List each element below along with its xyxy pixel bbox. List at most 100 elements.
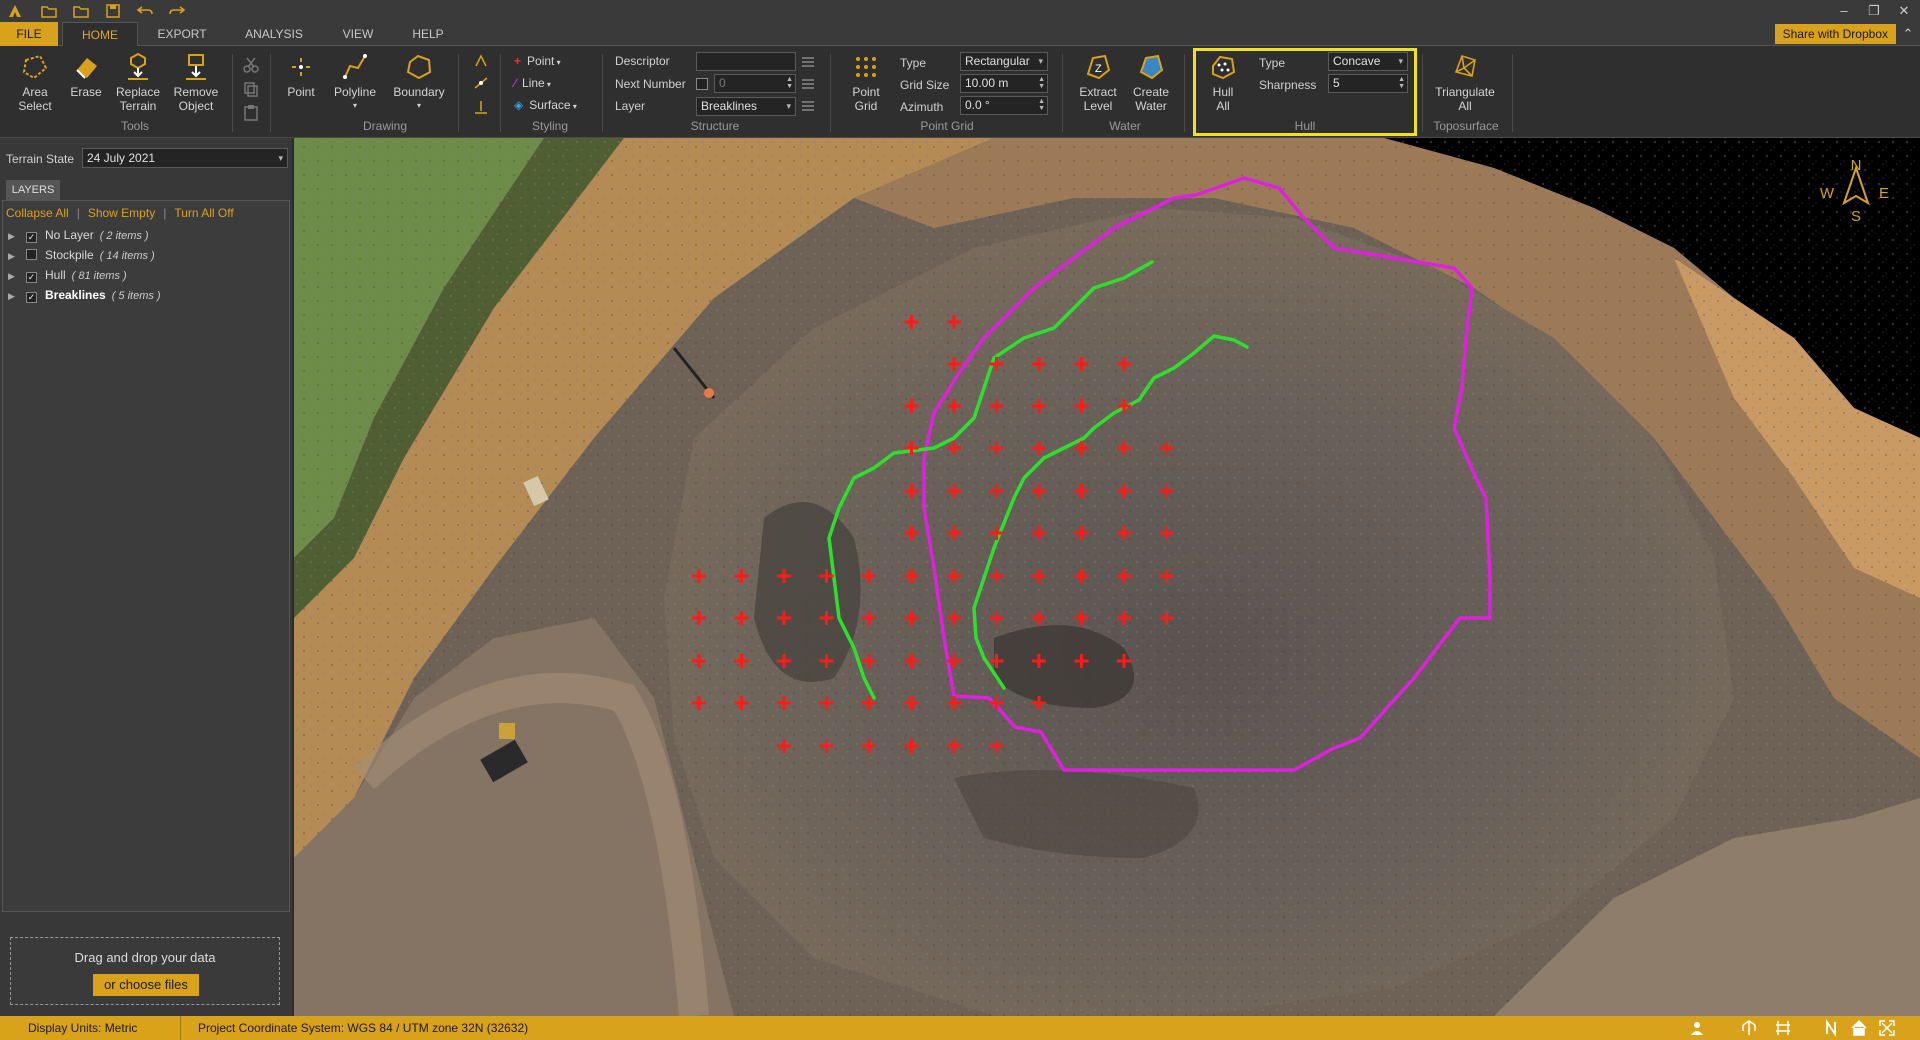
paste-icon[interactable] — [242, 104, 260, 122]
save-icon[interactable] — [104, 2, 122, 20]
expand-icon[interactable]: ▶ — [8, 231, 20, 242]
style-line-button[interactable]: ⁄ Line ▾ — [514, 76, 584, 92]
draw-polyline-button[interactable]: Polyline ▾ — [330, 52, 380, 113]
replace-terrain-button[interactable]: Replace Terrain — [112, 52, 164, 113]
layer-checkbox[interactable] — [26, 249, 37, 260]
next-number-field[interactable]: 0 ▲ ▼ — [714, 74, 796, 93]
drop-zone[interactable]: Drag and drop your data or choose files — [10, 937, 280, 1005]
create-water-button[interactable]: Create Water — [1126, 52, 1176, 113]
ribbon-separator — [270, 54, 271, 132]
spinner-icon[interactable]: ▲ ▼ — [786, 76, 793, 90]
descriptor-field[interactable] — [696, 52, 796, 71]
remove-object-label-2: Object — [178, 99, 214, 113]
triangulate-all-button[interactable]: Triangulate All — [1430, 52, 1500, 113]
grid-type-select[interactable]: Rectangular ▾ — [960, 52, 1048, 71]
grid-size-label: Grid Size — [900, 78, 950, 92]
network-icon[interactable] — [1740, 1019, 1758, 1037]
expand-icon[interactable]: ▶ — [8, 251, 20, 262]
water-pool — [754, 502, 861, 682]
grid-size-field[interactable]: 10.00 m ▲ ▼ — [960, 74, 1048, 93]
style-point-button[interactable]: + Point ▾ — [514, 54, 584, 70]
undo-icon[interactable] — [136, 2, 154, 20]
point-grid-button[interactable]: Point Grid — [840, 52, 892, 113]
tab-analysis[interactable]: ANALYSIS — [236, 22, 312, 46]
azimuth-value: 0.0 ° — [965, 98, 990, 112]
structure-group-label: Structure — [690, 119, 740, 133]
vertex-icon[interactable] — [472, 74, 490, 92]
spinner-icon[interactable]: ▲ ▼ — [1038, 76, 1045, 90]
snap-icon[interactable] — [472, 52, 490, 70]
replace-terrain-label-2: Terrain — [119, 99, 157, 113]
collapse-ribbon-icon[interactable]: ⌃ — [1896, 24, 1920, 44]
collapse-all-link[interactable]: Collapse All — [6, 206, 69, 220]
tab-help[interactable]: HELP — [404, 22, 452, 46]
list-icon[interactable] — [800, 54, 816, 70]
share-dropbox-button[interactable]: Share with Dropbox — [1774, 24, 1896, 44]
scissors-icon[interactable] — [242, 56, 260, 74]
tab-file[interactable]: FILE — [0, 22, 58, 46]
ribbon-separator — [1422, 54, 1423, 132]
layer-row-no-layer[interactable]: ▶ ✓ No Layer ( 2 items ) — [8, 228, 149, 246]
grid-size-value: 10.00 m — [965, 76, 1009, 90]
map-canvas[interactable]: N S E W — [294, 138, 1920, 1016]
north-icon[interactable] — [1822, 1019, 1840, 1037]
spinner-icon[interactable]: ▲ ▼ — [1038, 98, 1045, 112]
draw-polyline-label: Polyline — [333, 85, 377, 99]
replace-terrain-label: Replace — [115, 85, 161, 99]
turn-all-off-link[interactable]: Turn All Off — [174, 206, 233, 220]
tab-home[interactable]: HOME — [62, 22, 138, 46]
layer-checkbox[interactable]: ✓ — [26, 232, 37, 243]
style-surface-button[interactable]: ◈ Surface ▾ — [514, 98, 594, 114]
show-empty-link[interactable]: Show Empty — [88, 206, 155, 220]
azimuth-label: Azimuth — [900, 100, 944, 114]
layer-select[interactable]: Breaklines ▾ — [696, 97, 796, 116]
choose-files-button[interactable]: or choose files — [93, 974, 199, 996]
left-panel: Terrain State 24 July 2021 ▾ LAYERS Colla… — [0, 138, 292, 1016]
layer-row-stockpile[interactable]: ▶ Stockpile ( 14 items ) — [8, 248, 155, 266]
open-folder-icon[interactable] — [72, 2, 90, 20]
layer-row-hull[interactable]: ▶ ✓ Hull ( 81 items ) — [8, 268, 127, 286]
layer-checkbox[interactable]: ✓ — [26, 272, 37, 283]
layer-name: Stockpile — [45, 248, 94, 262]
restore-icon[interactable]: ❐ — [1862, 1, 1886, 21]
draw-point-button[interactable]: Point — [280, 52, 322, 99]
redo-icon[interactable] — [168, 2, 186, 20]
azimuth-field[interactable]: 0.0 ° ▲ ▼ — [960, 96, 1048, 115]
remove-object-button[interactable]: Remove Object — [170, 52, 222, 113]
person-icon[interactable] — [1688, 1019, 1706, 1037]
fullscreen-icon[interactable] — [1878, 1019, 1896, 1037]
minimize-icon[interactable]: – — [1832, 1, 1856, 21]
draw-boundary-button[interactable]: Boundary ▾ — [390, 52, 448, 113]
next-number-checkbox[interactable] — [696, 78, 708, 90]
tab-view[interactable]: VIEW — [334, 22, 382, 46]
ribbon-separator — [602, 54, 603, 132]
home-icon[interactable] — [1850, 1019, 1868, 1037]
expand-icon[interactable]: ▶ — [8, 291, 20, 302]
extract-level-button[interactable]: Z Extract Level — [1072, 52, 1124, 113]
style-surface-label: Surface — [529, 98, 571, 112]
tab-layers[interactable]: LAYERS — [6, 180, 60, 200]
elevation-icon[interactable] — [472, 98, 490, 116]
expand-icon[interactable]: ▶ — [8, 271, 20, 282]
close-icon[interactable]: ✕ — [1892, 1, 1916, 21]
area-select-button[interactable]: Area Select — [12, 52, 58, 113]
terrain-state-select[interactable]: 24 July 2021 ▾ — [82, 148, 288, 168]
list-icon[interactable] — [800, 76, 816, 92]
draw-point-label: Point — [287, 85, 315, 99]
line-style-icon: ⁄ — [514, 76, 517, 90]
tab-export[interactable]: EXPORT — [150, 22, 214, 46]
erase-button[interactable]: Erase — [68, 52, 104, 99]
copy-icon[interactable] — [242, 80, 260, 98]
create-water-icon — [1139, 54, 1164, 80]
layer-checkbox[interactable]: ✓ — [26, 292, 37, 303]
layer-row-breaklines[interactable]: ▶ ✓ Breaklines ( 5 items ) — [8, 288, 161, 306]
ribbon-separator — [458, 54, 459, 132]
next-number-label: Next Number — [615, 77, 686, 91]
chevron-down-icon: ▾ — [416, 101, 421, 110]
list-icon[interactable] — [800, 98, 816, 114]
new-folder-icon[interactable] — [40, 2, 58, 20]
title-bar: – ❐ ✕ — [0, 0, 1920, 22]
grid-icon[interactable] — [1774, 1019, 1792, 1037]
map-viewport[interactable]: N S E W — [294, 138, 1920, 1016]
terrain-state-value: 24 July 2021 — [87, 151, 156, 165]
